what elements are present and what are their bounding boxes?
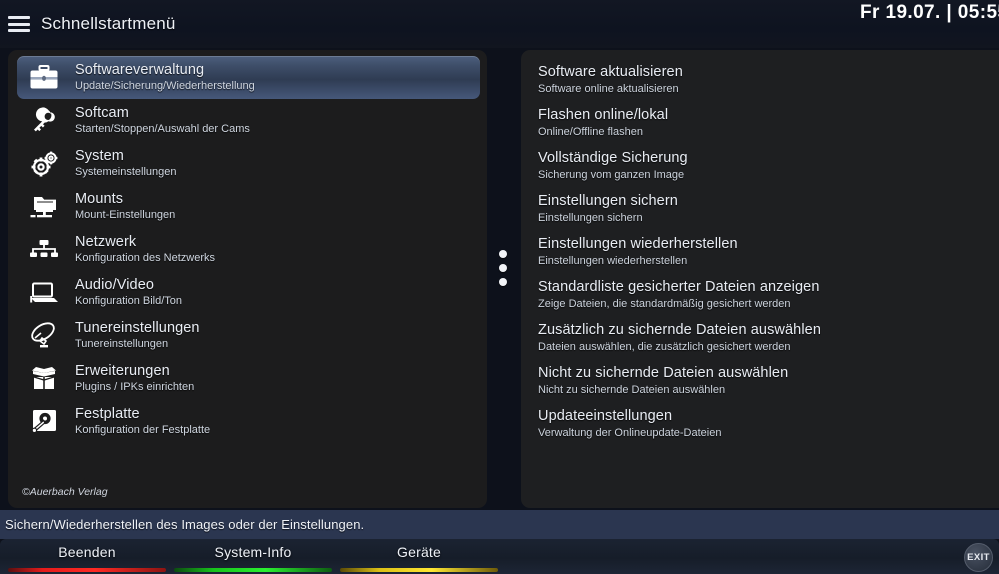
menu-item-subtitle: Starten/Stoppen/Auswahl der Cams [75, 123, 250, 135]
submenu-item-subtitle: Zeige Dateien, die standardmäßig gesiche… [538, 297, 791, 310]
status-text: Sichern/Wiederherstellen des Images oder… [5, 517, 365, 532]
pager-dot [499, 278, 507, 286]
pager-dot [499, 264, 507, 272]
submenu-item-subtitle: Verwaltung der Onlineupdate-Dateien [538, 426, 722, 439]
yellow-indicator [340, 568, 498, 572]
menu-item-title: Festplatte [75, 406, 140, 422]
submenu-item-title: Updateeinstellungen [538, 407, 673, 424]
submenu-item-subtitle: Einstellungen sichern [538, 211, 643, 224]
submenu-item-title: Einstellungen wiederherstellen [538, 235, 738, 252]
submenu-panel: Software aktualisieren Software online a… [521, 50, 999, 508]
menu-item-audio-video[interactable]: Audio/Video Konfiguration Bild/Ton [17, 271, 480, 314]
menu-item-title: Softwareverwaltung [75, 62, 205, 78]
menu-item-mounts[interactable]: Mounts Mount-Einstellungen [17, 185, 480, 228]
menu-item-softwareverwaltung[interactable]: Softwareverwaltung Update/Sicherung/Wied… [17, 56, 480, 99]
submenu-item-title: Software aktualisieren [538, 63, 683, 80]
menu-item-title: System [75, 148, 124, 164]
menu-item-festplatte[interactable]: Festplatte Konfiguration der Festplatte [17, 400, 480, 443]
page-title: Schnellstartmenü [41, 14, 176, 33]
main-menu-list: Softwareverwaltung Update/Sicherung/Wied… [17, 56, 480, 443]
menu-item-subtitle: Tunereinstellungen [75, 338, 169, 350]
submenu-item-einstellungen-wiederherstellen[interactable]: Einstellungen wiederherstellen Einstellu… [538, 230, 988, 273]
button-geraete[interactable]: Geräte [340, 539, 498, 574]
button-label: Geräte [397, 544, 441, 560]
menu-item-subtitle: Systemeinstellungen [75, 166, 177, 178]
submenu-item-vollstaendige-sicherung[interactable]: Vollständige Sicherung Sicherung vom gan… [538, 144, 988, 187]
menu-item-tunereinstellungen[interactable]: Tunereinstellungen Tunereinstellungen [17, 314, 480, 357]
submenu-item-title: Zusätzlich zu sichernde Dateien auswähle… [538, 321, 821, 338]
menu-item-subtitle: Konfiguration des Netzwerks [75, 252, 216, 264]
button-label: System-Info [214, 544, 292, 560]
submenu-item-updateeinstellungen[interactable]: Updateeinstellungen Verwaltung der Onlin… [538, 402, 988, 445]
menu-item-subtitle: Update/Sicherung/Wiederherstellung [75, 80, 255, 92]
submenu-item-standardliste-anzeigen[interactable]: Standardliste gesicherter Dateien anzeig… [538, 273, 988, 316]
copyright-label: ©Auerbach Verlag [22, 486, 108, 498]
green-indicator [174, 568, 332, 572]
menu-item-title: Netzwerk [75, 234, 137, 250]
menu-item-erweiterungen[interactable]: Erweiterungen Plugins / IPKs einrichten [17, 357, 480, 400]
submenu-item-title: Nicht zu sichernde Dateien auswählen [538, 364, 789, 381]
briefcase-icon [25, 61, 63, 95]
menu-item-softcam[interactable]: Softcam Starten/Stoppen/Auswahl der Cams [17, 99, 480, 142]
satellite-icon [25, 319, 63, 353]
menu-item-title: Tunereinstellungen [75, 320, 200, 336]
menu-item-subtitle: Konfiguration Bild/Ton [75, 295, 183, 307]
submenu-item-title: Einstellungen sichern [538, 192, 678, 209]
pager-dot [499, 250, 507, 258]
menu-item-subtitle: Mount-Einstellungen [75, 209, 176, 221]
clock: Fr 19.07. | 05:55 [860, 2, 999, 23]
menu-item-subtitle: Konfiguration der Festplatte [75, 424, 211, 436]
menu-item-title: Softcam [75, 105, 129, 121]
submenu-item-title: Standardliste gesicherter Dateien anzeig… [538, 278, 820, 295]
menu-item-system[interactable]: System Systemeinstellungen [17, 142, 480, 185]
gears-icon [25, 147, 63, 181]
submenu-item-flashen-online-lokal[interactable]: Flashen online/lokal Online/Offline flas… [538, 101, 988, 144]
status-bar: Sichern/Wiederherstellen des Images oder… [0, 510, 999, 539]
submenu-item-subtitle: Einstellungen wiederherstellen [538, 254, 688, 267]
submenu-item-zusaetzlich-sichern[interactable]: Zusätzlich zu sichernde Dateien auswähle… [538, 316, 988, 359]
openbox-icon [25, 362, 63, 396]
submenu-item-subtitle: Software online aktualisieren [538, 82, 679, 95]
network-icon [25, 233, 63, 267]
screen: Schnellstartmenü Fr 19.07. | 05:55 Softw… [0, 0, 999, 574]
harddisk-icon [25, 405, 63, 439]
hamburger-icon[interactable] [8, 16, 30, 32]
submenu-item-subtitle: Dateien auswählen, die zusätzlich gesich… [538, 340, 791, 353]
submenu-item-software-aktualisieren[interactable]: Software aktualisieren Software online a… [538, 58, 988, 101]
pager-dots [499, 250, 507, 286]
button-bar: Beenden System-Info Geräte [0, 539, 999, 574]
submenu-item-subtitle: Nicht zu sichernde Dateien auswählen [538, 383, 726, 396]
menu-item-title: Erweiterungen [75, 363, 170, 379]
main-menu-panel: Softwareverwaltung Update/Sicherung/Wied… [8, 50, 487, 508]
submenu-item-subtitle: Sicherung vom ganzen Image [538, 168, 685, 181]
menu-item-netzwerk[interactable]: Netzwerk Konfiguration des Netzwerks [17, 228, 480, 271]
button-system-info[interactable]: System-Info [174, 539, 332, 574]
submenu-item-title: Vollständige Sicherung [538, 149, 688, 166]
exit-button[interactable]: EXIT [964, 543, 993, 572]
red-indicator [8, 568, 166, 572]
menu-item-title: Mounts [75, 191, 124, 207]
menu-item-subtitle: Plugins / IPKs einrichten [75, 381, 195, 393]
menu-item-title: Audio/Video [75, 277, 155, 293]
exit-label: EXIT [967, 552, 990, 563]
submenu-item-subtitle: Online/Offline flashen [538, 125, 643, 138]
folder-pc-icon [25, 190, 63, 224]
submenu-list: Software aktualisieren Software online a… [538, 58, 988, 445]
laptop-icon [25, 276, 63, 310]
button-label: Beenden [58, 544, 116, 560]
top-bar: Schnellstartmenü Fr 19.07. | 05:55 [0, 0, 999, 48]
button-beenden[interactable]: Beenden [8, 539, 166, 574]
submenu-item-einstellungen-sichern[interactable]: Einstellungen sichern Einstellungen sich… [538, 187, 988, 230]
key-icon [25, 104, 63, 138]
submenu-item-title: Flashen online/lokal [538, 106, 669, 123]
submenu-item-nicht-sichern[interactable]: Nicht zu sichernde Dateien auswählen Nic… [538, 359, 988, 402]
